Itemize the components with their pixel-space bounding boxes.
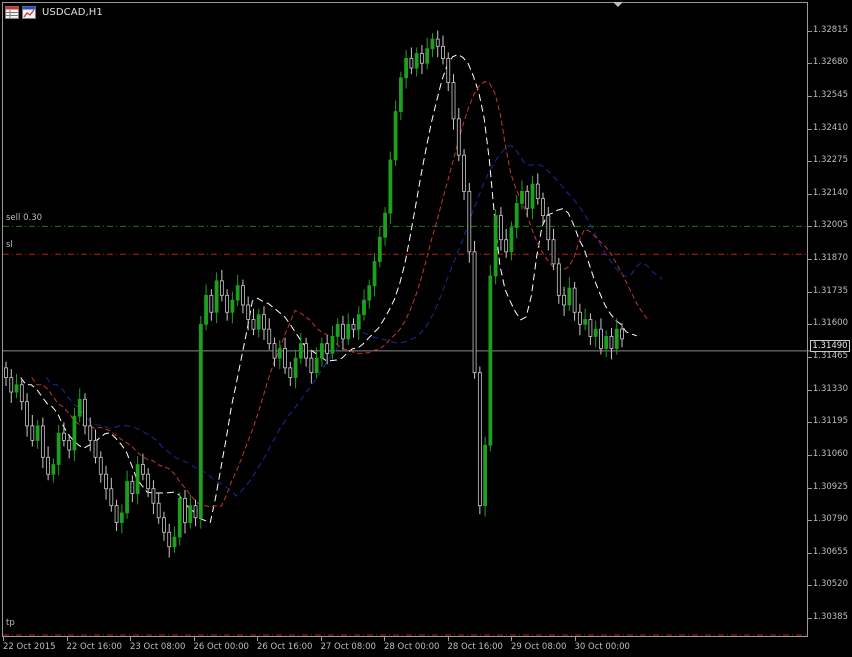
- price-tick-label: 1.32815: [812, 24, 848, 35]
- price-tick-label: 1.30520: [812, 579, 848, 590]
- stop-loss-label[interactable]: sl: [6, 240, 13, 250]
- price-tick: [808, 95, 812, 97]
- time-tick-label: 28 Oct 16:00: [447, 642, 503, 652]
- chart-window[interactable]: USDCAD,H1 1.32815 1.32680 1.32545 1.32410 1.…: [0, 0, 852, 657]
- price-tick: [808, 389, 812, 391]
- chart-window-icon[interactable]: [22, 5, 36, 19]
- price-tick: [808, 226, 812, 228]
- price-tick-label: 1.31195: [812, 416, 848, 427]
- price-tick: [808, 291, 812, 293]
- sell-order-label[interactable]: sell 0.30: [6, 213, 42, 223]
- time-tick-label: 22 Oct 2015: [3, 642, 56, 652]
- price-tick: [808, 128, 812, 130]
- price-tick: [808, 259, 812, 261]
- price-tick: [808, 618, 812, 620]
- price-tick-label: 1.32275: [812, 155, 848, 166]
- price-tick-label: 1.31600: [812, 318, 848, 329]
- time-tick-label: 22 Oct 16:00: [66, 642, 122, 652]
- price-tick: [808, 193, 812, 195]
- time-tick-label: 26 Oct 00:00: [193, 642, 249, 652]
- price-tick: [808, 356, 812, 358]
- price-tick-label: 1.32140: [812, 187, 848, 198]
- time-tick: [257, 637, 258, 641]
- time-tick: [511, 637, 512, 641]
- time-tick-label: 28 Oct 00:00: [384, 642, 440, 652]
- time-tick: [447, 637, 449, 641]
- price-tick: [808, 585, 812, 587]
- price-tick: [808, 487, 812, 489]
- take-profit-label[interactable]: tp: [6, 618, 15, 628]
- price-tick-label: 1.30790: [812, 514, 848, 525]
- chart-title: USDCAD,H1: [42, 6, 103, 18]
- price-tick-label: 1.31330: [812, 383, 848, 394]
- current-price-tag: 1.31490: [810, 340, 850, 352]
- price-tick: [808, 454, 812, 456]
- price-tick: [808, 324, 812, 326]
- price-tick-label: 1.31735: [812, 285, 848, 296]
- time-tick: [66, 637, 68, 641]
- price-tick: [808, 520, 812, 522]
- chart-title-bar: USDCAD,H1: [5, 4, 103, 20]
- price-tick-label: 1.30655: [812, 546, 848, 557]
- time-tick: [193, 637, 195, 641]
- price-tick-label: 1.31465: [812, 350, 848, 361]
- time-tick-label: 30 Oct 00:00: [574, 642, 630, 652]
- time-tick-label: 26 Oct 16:00: [257, 642, 313, 652]
- price-tick-label: 1.30925: [812, 481, 848, 492]
- price-tick-label: 1.30385: [812, 612, 848, 623]
- time-tick: [574, 637, 576, 641]
- time-tick: [384, 637, 385, 641]
- price-tick-label: 1.32545: [812, 89, 848, 100]
- time-tick: [3, 637, 4, 641]
- price-tick-label: 1.32005: [812, 220, 848, 231]
- price-tick: [808, 30, 812, 32]
- price-tick-label: 1.32680: [812, 57, 848, 68]
- chart-shift-marker[interactable]: [613, 2, 623, 7]
- time-tick: [130, 637, 131, 641]
- time-tick-label: 29 Oct 08:00: [511, 642, 567, 652]
- time-tick: [320, 637, 322, 641]
- time-tick-label: 27 Oct 08:00: [320, 642, 376, 652]
- price-tick-label: 1.31870: [812, 253, 848, 264]
- plot-area-border: [2, 2, 808, 637]
- price-tick: [808, 63, 812, 65]
- price-tick: [808, 161, 812, 163]
- price-tick-label: 1.32410: [812, 122, 848, 133]
- price-tick: [808, 552, 812, 554]
- price-tick-label: 1.31060: [812, 448, 848, 459]
- price-tick: [808, 422, 812, 424]
- table-icon[interactable]: [5, 5, 19, 19]
- time-tick-label: 23 Oct 08:00: [130, 642, 186, 652]
